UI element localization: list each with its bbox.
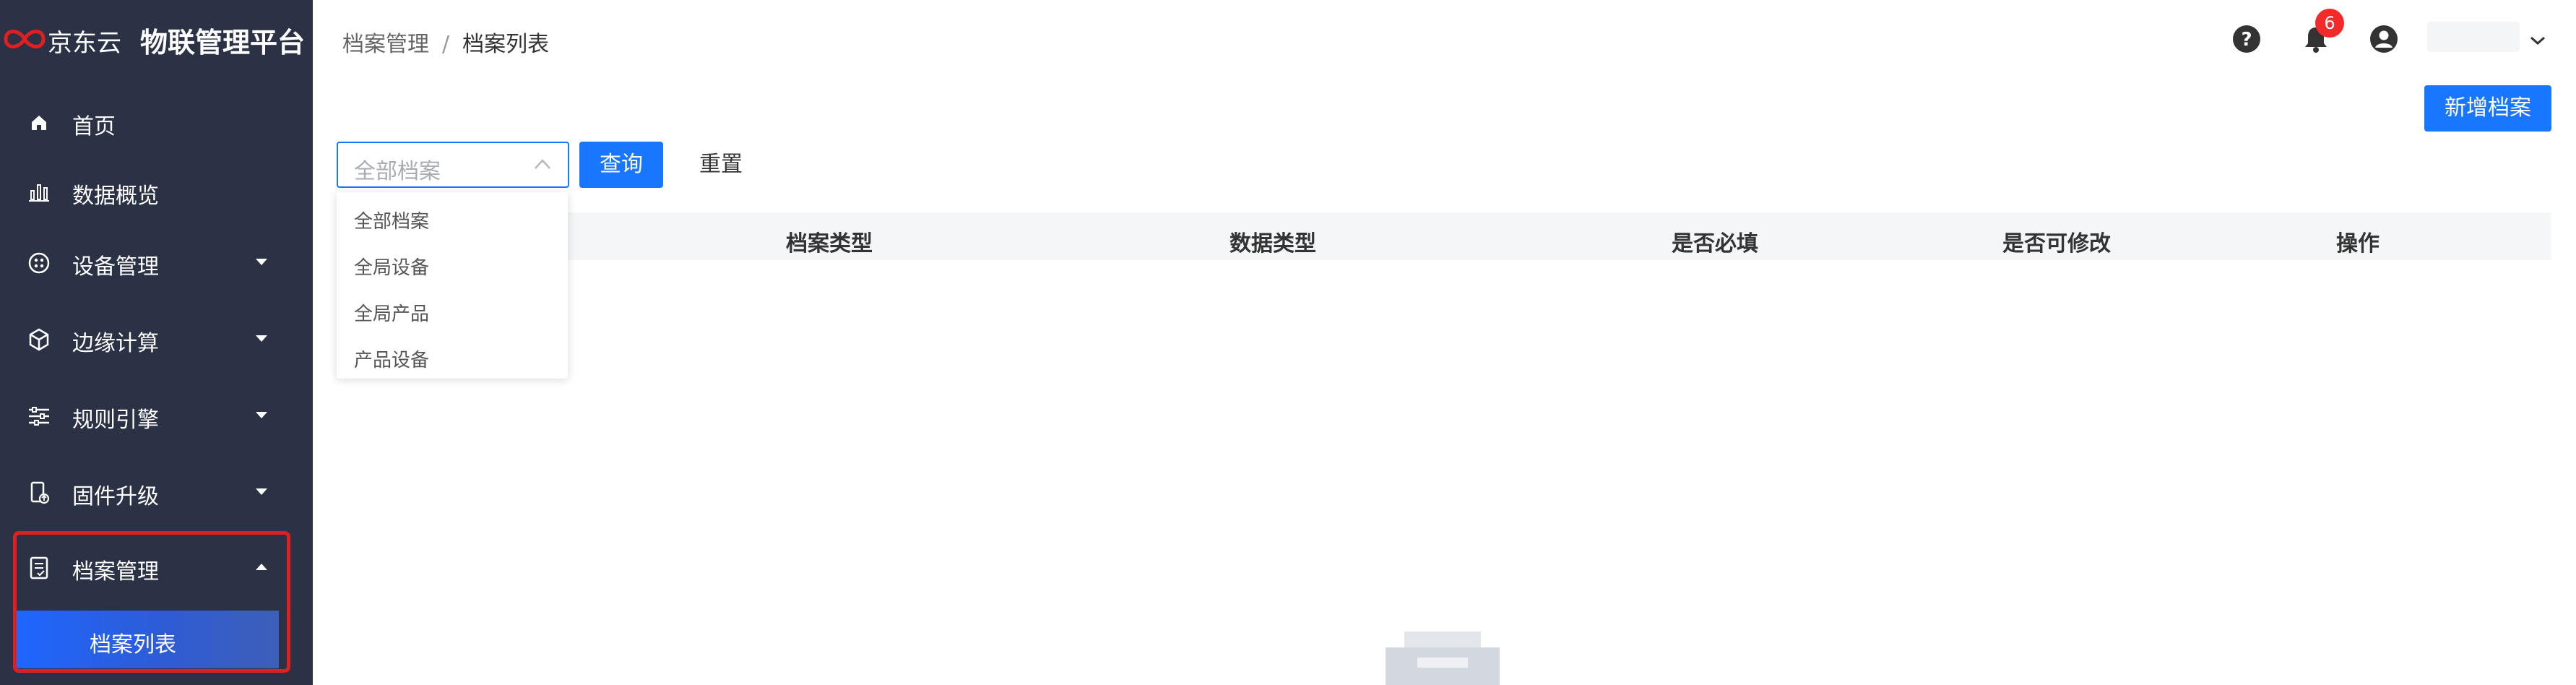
sidebar-item-label: 首页 [72, 114, 116, 139]
sidebar-item-label: 设备管理 [72, 254, 159, 280]
chevron-up-icon [256, 564, 267, 570]
breadcrumb: 档案管理 / 档案列表 [342, 26, 549, 58]
sidebar-item-label: 规则引擎 [72, 408, 159, 433]
bar-chart-icon [29, 184, 49, 202]
svg-text:?: ? [2241, 29, 2252, 51]
table-header: 档案类型 数据类型 是否必填 是否可修改 操作 [337, 212, 2551, 260]
reset-button[interactable]: 重置 [679, 142, 763, 188]
jdcloud-logo-icon [4, 30, 46, 48]
dropdown-option-all-archives[interactable]: 全部档案 [354, 207, 429, 233]
empty-data-illustration-icon [1386, 632, 1500, 685]
sliders-icon [29, 407, 49, 426]
archive-filter-dropdown: 全部档案 全局设备 全局产品 产品设备 [337, 192, 568, 379]
sidebar-item-archive-management[interactable]: 档案管理 [0, 535, 313, 601]
sidebar-item-firmware-upgrade[interactable]: 固件升级 [0, 460, 313, 526]
column-header-editable: 是否可修改 [2002, 231, 2111, 257]
dropdown-option-global-devices[interactable]: 全局设备 [354, 253, 429, 280]
column-header-required: 是否必填 [1672, 231, 1758, 257]
sidebar-subitem-archive-list[interactable]: 档案列表 [14, 611, 279, 668]
column-header-data-type: 数据类型 [1229, 231, 1316, 257]
sidebar-item-home[interactable]: 首页 [0, 90, 313, 156]
chevron-up-icon [535, 159, 550, 169]
breadcrumb-parent[interactable]: 档案管理 [342, 32, 429, 57]
chevron-down-icon [256, 259, 267, 265]
user-name-redacted[interactable] [2427, 22, 2520, 52]
device-grid-icon [28, 252, 50, 274]
sidebar-item-data-overview[interactable]: 数据概览 [0, 159, 313, 225]
logo-text: 京东云 [48, 29, 121, 58]
select-placeholder: 全部档案 [354, 159, 441, 184]
column-header-actions: 操作 [2336, 231, 2380, 257]
chevron-down-icon[interactable] [2528, 32, 2547, 48]
sidebar-item-device-management[interactable]: 设备管理 [0, 230, 313, 296]
chevron-down-icon [256, 335, 267, 342]
column-header-archive-type: 档案类型 [786, 231, 873, 257]
app-title: 物联管理平台 [140, 27, 306, 59]
archive-filter-select[interactable]: 全部档案 [337, 142, 569, 188]
dropdown-option-product-devices[interactable]: 产品设备 [354, 345, 429, 372]
breadcrumb-current: 档案列表 [462, 32, 550, 57]
new-archive-button[interactable]: 新增档案 [2424, 85, 2551, 132]
sidebar-item-label: 档案管理 [72, 559, 159, 585]
document-icon [30, 556, 48, 580]
user-icon[interactable] [2369, 25, 2398, 53]
sidebar-subitem-label: 档案列表 [90, 632, 176, 658]
brand[interactable]: 京东云 物联管理平台 [0, 0, 313, 81]
cube-icon [29, 328, 49, 351]
chevron-down-icon [256, 412, 267, 418]
help-icon[interactable]: ? [2232, 25, 2261, 53]
firmware-icon [30, 481, 50, 504]
chevron-down-icon [256, 488, 267, 495]
sidebar: 京东云 物联管理平台 首页 数据概览 设备管理 边缘计算 规则引擎 固件升级 档… [0, 0, 313, 685]
dropdown-option-global-products[interactable]: 全局产品 [354, 299, 429, 326]
sidebar-item-label: 边缘计算 [72, 331, 159, 356]
sidebar-item-rule-engine[interactable]: 规则引擎 [0, 383, 313, 449]
breadcrumb-separator: / [442, 32, 450, 57]
home-icon [32, 116, 46, 130]
sidebar-item-label: 固件升级 [72, 484, 159, 509]
sidebar-item-label: 数据概览 [72, 184, 159, 209]
query-button[interactable]: 查询 [579, 142, 663, 188]
sidebar-item-edge-computing[interactable]: 边缘计算 [0, 306, 313, 373]
notification-badge: 6 [2315, 9, 2344, 38]
